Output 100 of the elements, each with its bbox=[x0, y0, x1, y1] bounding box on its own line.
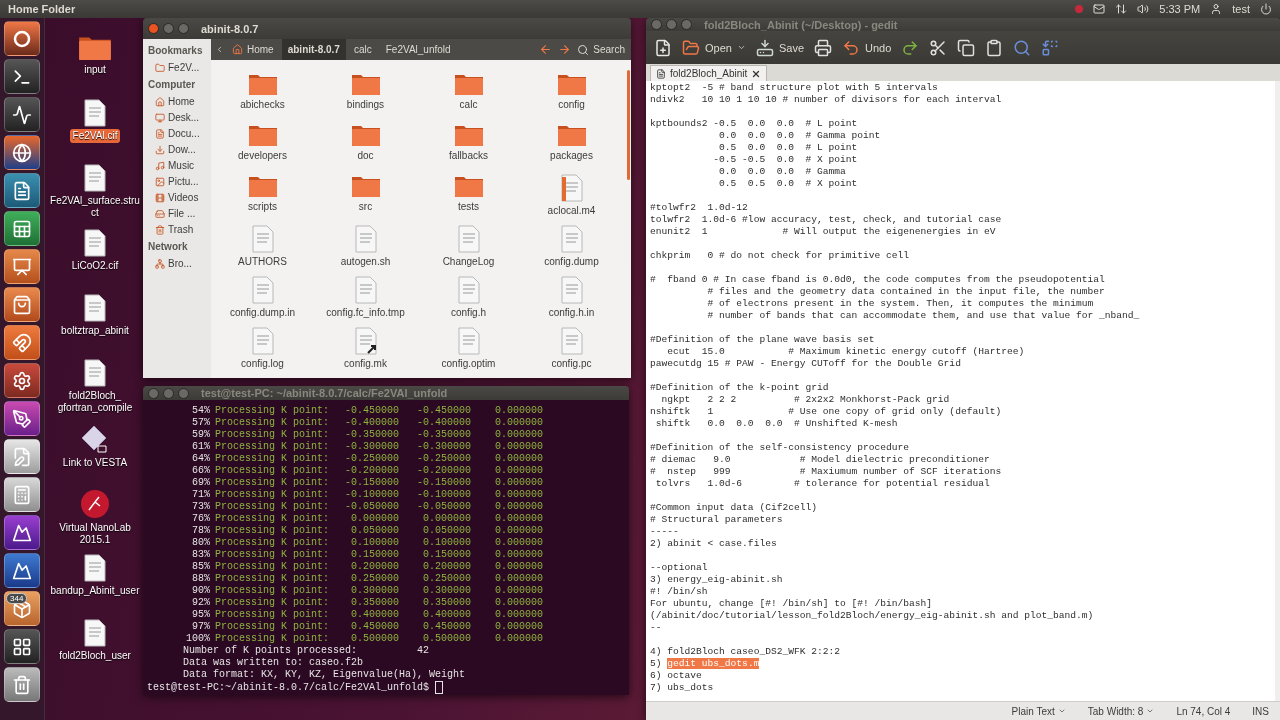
status-menu[interactable]: Plain Text bbox=[1011, 705, 1066, 717]
file-name[interactable]: bindings bbox=[346, 99, 385, 110]
minimize-button[interactable] bbox=[666, 19, 677, 30]
path-button[interactable]: Fe2VAl_unfold bbox=[379, 39, 457, 60]
file-name[interactable]: config.h.in bbox=[548, 307, 595, 318]
file-name[interactable]: scripts bbox=[248, 201, 277, 212]
close-button[interactable] bbox=[651, 19, 662, 30]
file-icon bbox=[84, 229, 106, 257]
status-menu[interactable]: Tab Width: 8 bbox=[1087, 705, 1155, 717]
minimize-button[interactable] bbox=[163, 23, 174, 34]
clock[interactable]: 5:33 PM bbox=[1159, 3, 1201, 15]
new-button[interactable] bbox=[654, 38, 672, 57]
file-name[interactable]: config.fc_info.tmp bbox=[326, 307, 405, 318]
launcher-button[interactable] bbox=[4, 211, 40, 246]
file-name[interactable]: AUTHORS bbox=[238, 256, 287, 267]
sidebar-item[interactable]: Trash bbox=[143, 222, 211, 238]
maximize-button[interactable] bbox=[178, 387, 189, 399]
file-name[interactable]: packages bbox=[550, 150, 593, 161]
minimize-button[interactable] bbox=[163, 387, 174, 399]
replace-button[interactable] bbox=[1041, 38, 1060, 57]
file-name[interactable]: config.h bbox=[451, 307, 486, 318]
file-name[interactable]: ChangeLog bbox=[442, 256, 495, 267]
status-dot[interactable] bbox=[1075, 5, 1084, 13]
sidebar-item[interactable]: Dow... bbox=[143, 142, 211, 158]
launcher-button[interactable] bbox=[4, 363, 40, 398]
close-button[interactable] bbox=[148, 387, 159, 399]
sidebar-item[interactable]: Bro... bbox=[143, 256, 211, 272]
desktop-icon-label[interactable]: boltztrap_abinit bbox=[58, 324, 132, 338]
launcher-button[interactable]: 344 bbox=[4, 591, 40, 626]
launcher-button[interactable] bbox=[4, 97, 40, 132]
path-button[interactable]: calc bbox=[347, 39, 378, 60]
desktop-icon-label[interactable]: bandup_Abinit_user bbox=[47, 584, 143, 598]
desktop-icon-label[interactable]: fold2Bloch_user bbox=[56, 649, 134, 663]
path-button[interactable]: abinit-8.0.7 bbox=[281, 39, 346, 60]
maximize-button[interactable] bbox=[681, 19, 692, 30]
desktop-icon-label[interactable]: Virtual NanoLab 2015.1 bbox=[45, 521, 145, 547]
sidebar-item[interactable]: Home bbox=[143, 94, 211, 110]
undo-button[interactable]: Undo bbox=[842, 38, 892, 57]
network-icon[interactable] bbox=[1115, 3, 1128, 15]
search-button[interactable]: Search bbox=[575, 43, 627, 56]
document-tab[interactable]: fold2Bloch_Abinit bbox=[650, 65, 768, 81]
sidebar-item[interactable]: Fe2V... bbox=[143, 60, 211, 76]
launcher-button[interactable] bbox=[4, 21, 40, 56]
file-name[interactable]: src bbox=[358, 201, 373, 212]
desktop-icon-label[interactable]: Link to VESTA bbox=[59, 456, 131, 470]
scroll-left-icon[interactable] bbox=[215, 45, 224, 54]
copy-button[interactable] bbox=[957, 38, 976, 57]
launcher-button[interactable] bbox=[4, 553, 40, 588]
code-line: # fband 0 # In case fband is 0.0d0, the code computes from the pseudopotential bbox=[650, 274, 1106, 286]
launcher-button[interactable] bbox=[4, 629, 40, 664]
file-name[interactable]: abichecks bbox=[240, 99, 285, 110]
power-icon[interactable] bbox=[1260, 3, 1272, 15]
place-icon bbox=[155, 128, 165, 139]
desktop-icon-label[interactable]: LiCoO2.cif bbox=[68, 259, 122, 273]
mail-icon[interactable] bbox=[1093, 3, 1106, 15]
user-name[interactable]: test bbox=[1232, 3, 1250, 15]
launcher-button[interactable] bbox=[4, 401, 40, 436]
cut-button[interactable] bbox=[929, 38, 948, 57]
sidebar-item[interactable]: Docu... bbox=[143, 126, 211, 142]
kz-value: 0.000000 bbox=[494, 597, 543, 609]
sidebar-item[interactable]: Music bbox=[143, 158, 211, 174]
file-name[interactable]: config.mk bbox=[344, 358, 387, 369]
launcher-button[interactable] bbox=[4, 135, 40, 170]
percent-text: 100% bbox=[185, 633, 211, 645]
find-button[interactable] bbox=[1013, 38, 1032, 57]
sidebar-item[interactable]: Desk... bbox=[143, 110, 211, 126]
volume-icon[interactable] bbox=[1137, 3, 1150, 15]
sidebar-item[interactable]: File ... bbox=[143, 206, 211, 222]
sidebar-item[interactable]: Videos bbox=[143, 190, 211, 206]
file-name[interactable]: config.pc bbox=[551, 358, 592, 369]
close-icon[interactable] bbox=[751, 68, 762, 79]
launcher-button[interactable] bbox=[4, 515, 40, 550]
print-button[interactable] bbox=[814, 38, 832, 57]
file-name[interactable]: config.optim bbox=[441, 358, 496, 369]
desktop-icon-label[interactable]: input bbox=[81, 63, 109, 78]
file-name[interactable]: doc bbox=[357, 150, 374, 161]
sidebar-item[interactable]: Pictu... bbox=[143, 174, 211, 190]
file-name[interactable]: config.dump bbox=[544, 256, 599, 267]
save-button[interactable]: Save bbox=[755, 38, 804, 57]
paste-button[interactable] bbox=[985, 38, 1004, 57]
file-name[interactable]: tests bbox=[457, 201, 480, 212]
file-name[interactable]: developers bbox=[238, 150, 287, 161]
launcher-button[interactable] bbox=[4, 59, 40, 94]
path-button[interactable]: Home bbox=[226, 39, 280, 60]
file-name[interactable]: config.log bbox=[241, 358, 284, 369]
desktop-icon-label[interactable]: Fe2VAl_surface.struct bbox=[45, 194, 145, 220]
file-name[interactable]: calc bbox=[459, 99, 478, 110]
sidebar-item-label: Bro... bbox=[168, 258, 192, 269]
desktop-icon-label[interactable]: fold2Bloch_ gfortran_compile bbox=[45, 389, 145, 415]
file-name[interactable]: config bbox=[558, 99, 585, 110]
scrollbar[interactable] bbox=[627, 70, 630, 180]
maximize-button[interactable] bbox=[178, 23, 189, 34]
file-name[interactable]: config.dump.in bbox=[229, 307, 295, 318]
file-name[interactable]: fallbacks bbox=[449, 150, 488, 161]
close-button[interactable] bbox=[148, 23, 159, 34]
file-name[interactable]: aclocal.m4 bbox=[547, 205, 596, 216]
launcher-button[interactable] bbox=[4, 173, 40, 208]
redo-button[interactable] bbox=[901, 38, 920, 57]
open-button[interactable]: Open bbox=[682, 38, 746, 57]
file-name[interactable]: autogen.sh bbox=[340, 256, 391, 267]
